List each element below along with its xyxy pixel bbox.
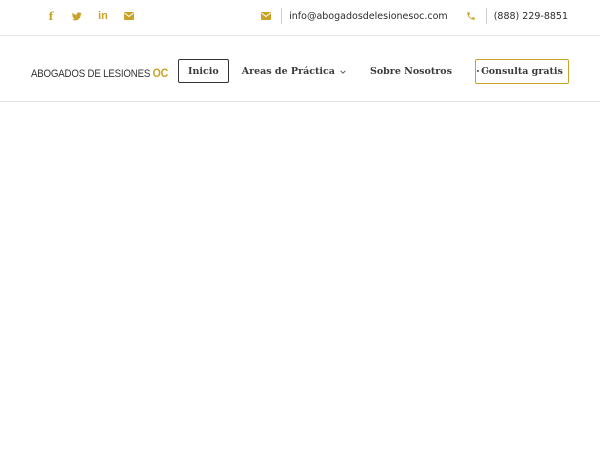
primary-nav: Inicio Areas de Práctica Sobre Nosotros … — [178, 59, 490, 83]
divider — [281, 8, 283, 24]
main-navbar: ABOGADOS DE LESIONES OC Inicio Areas de … — [0, 36, 600, 102]
nav-item-areas-de-practica[interactable]: Areas de Práctica — [242, 59, 346, 83]
chevron-down-icon — [340, 66, 346, 76]
contact-info: info@abogadosdelesionesoc.com (888) 229-… — [261, 7, 568, 25]
nav-label: Areas de Práctica — [241, 65, 335, 77]
facebook-icon[interactable]: f — [38, 8, 64, 24]
facebook-glyph: f — [48, 9, 54, 23]
envelope-icon[interactable] — [116, 8, 142, 24]
social-links: f in — [38, 8, 142, 24]
site-logo[interactable]: ABOGADOS DE LESIONES OC — [31, 66, 168, 80]
nav-label: Inicio — [188, 65, 219, 77]
phone-link[interactable]: (888) 229-8851 — [494, 11, 568, 22]
divider — [485, 8, 487, 24]
twitter-icon[interactable] — [64, 8, 90, 24]
envelope-glyph — [124, 12, 134, 20]
nav-item-inicio[interactable]: Inicio — [178, 59, 229, 83]
nav-label: Sobre Nosotros — [369, 65, 452, 77]
envelope-icon — [261, 12, 272, 20]
page-content — [0, 102, 600, 450]
email-link[interactable]: info@abogadosdelesionesoc.com — [289, 11, 448, 22]
nav-item-sobre-nosotros[interactable]: Sobre Nosotros — [370, 59, 452, 83]
twitter-glyph — [72, 11, 82, 20]
logo-accent-text: OC — [152, 66, 169, 80]
consulta-gratis-button[interactable]: Consulta gratis — [475, 59, 569, 84]
phone-icon — [466, 11, 476, 21]
top-bar: f in info@abogadosdelesionesoc.com (888)… — [0, 0, 600, 36]
linkedin-icon[interactable]: in — [90, 8, 116, 24]
logo-main-text: ABOGADOS DE LESIONES — [31, 68, 151, 80]
linkedin-glyph: in — [98, 10, 108, 22]
